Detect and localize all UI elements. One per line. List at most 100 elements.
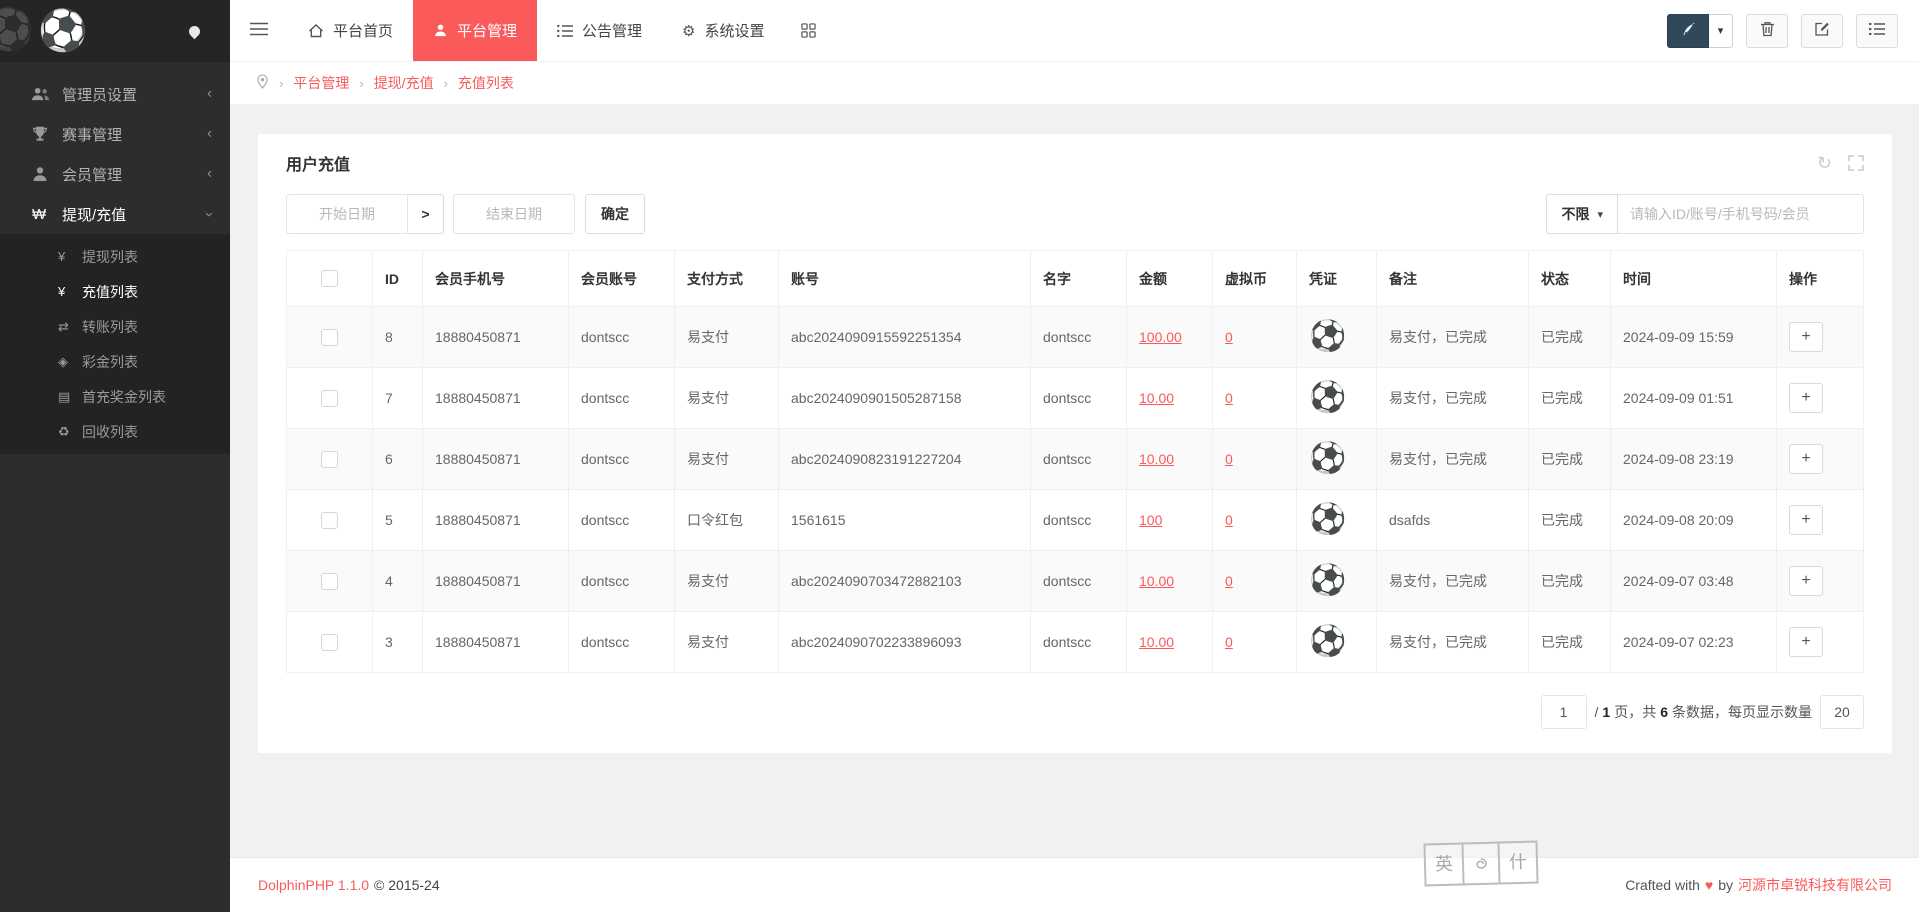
expand-row-button[interactable]: + [1789,322,1823,352]
submenu-item-label: 转账列表 [82,317,138,337]
virtual-coin-link[interactable]: 0 [1225,390,1233,406]
action-cell: + [1777,429,1864,490]
tab-announcement-management[interactable]: 公告管理 [537,0,662,61]
refresh-icon[interactable]: ↻ [1817,154,1832,172]
amount-link[interactable]: 10.00 [1139,573,1174,589]
voucher-image[interactable]: ⚽ [1309,503,1346,536]
pagination-total-items: 6 [1660,704,1668,720]
tab-label: 公告管理 [582,20,642,41]
sidebar-item-member-management[interactable]: 会员管理 › [0,154,230,194]
sidebar-item-match-management[interactable]: 赛事管理 › [0,114,230,154]
page-number-input[interactable] [1541,695,1587,729]
date-range-arrow-button[interactable]: > [408,194,444,234]
voucher-image[interactable]: ⚽ [1309,381,1346,414]
expand-row-button[interactable]: + [1789,444,1823,474]
amount-link[interactable]: 10.00 [1139,634,1174,650]
col-virtual-coin: 虚拟币 [1213,251,1297,307]
sidebar-item-admin-settings[interactable]: 管理员设置 › [0,74,230,114]
users-icon [32,86,62,102]
theme-button[interactable] [1667,14,1709,48]
page-size-input[interactable] [1820,695,1864,729]
breadcrumb-link-platform[interactable]: 平台管理 [293,73,349,93]
expand-row-button[interactable]: + [1789,383,1823,413]
voucher-image[interactable]: ⚽ [1309,320,1346,353]
expand-row-button[interactable]: + [1789,505,1823,535]
sidebar-item-withdraw-list[interactable]: ¥ 提现列表 [0,239,230,274]
voucher-image[interactable]: ⚽ [1309,625,1346,658]
pagination-pages-label: 页，共 [1614,702,1656,722]
start-date-input[interactable] [286,194,408,234]
row-checkbox[interactable] [321,451,338,468]
pay-method-cell: 口令红包 [675,490,779,551]
remark-cell: 易支付，已完成 [1377,551,1529,612]
virtual-coin-link[interactable]: 0 [1225,512,1233,528]
voucher-image[interactable]: ⚽ [1309,564,1346,597]
confirm-button[interactable]: 确定 [585,194,645,234]
col-id: ID [373,251,423,307]
modules-grid-button[interactable] [785,0,832,61]
col-voucher: 凭证 [1297,251,1377,307]
logo-area[interactable]: ⚽ ⚽ [0,0,230,62]
sidebar-toggle-button[interactable] [230,0,288,61]
col-remark: 备注 [1377,251,1529,307]
col-phone: 会员手机号 [423,251,569,307]
row-checkbox[interactable] [321,390,338,407]
sidebar-item-withdraw-recharge[interactable]: ₩ 提现/充值 › [0,194,230,234]
amount-link[interactable]: 100.00 [1139,329,1182,345]
tab-platform-home[interactable]: 平台首页 [288,0,413,61]
breadcrumb-separator: › [444,76,448,91]
row-checkbox[interactable] [321,512,338,529]
row-checkbox[interactable] [321,329,338,346]
virtual-coin-link[interactable]: 0 [1225,573,1233,589]
sidebar-item-label: 赛事管理 [62,124,122,145]
row-checkbox[interactable] [321,573,338,590]
footer-brand-link[interactable]: DolphinPHP 1.1.0 [258,877,369,893]
clear-cache-button[interactable] [1746,14,1788,48]
end-date-input[interactable] [453,194,575,234]
tab-system-settings[interactable]: ⚙ 系统设置 [662,0,784,61]
voucher-cell: ⚽ [1297,490,1377,551]
expand-row-button[interactable]: + [1789,627,1823,657]
sidebar-item-bonus-list[interactable]: ◈ 彩金列表 [0,344,230,379]
seal-left-character: 英 [1426,845,1463,885]
theme-split-button: ▾ [1667,14,1733,48]
virtual-coin-link[interactable]: 0 [1225,329,1233,345]
voucher-image[interactable]: ⚽ [1309,442,1346,475]
amount-link[interactable]: 10.00 [1139,451,1174,467]
hamburger-icon [250,22,268,39]
amount-link[interactable]: 10.00 [1139,390,1174,406]
log-list-button[interactable] [1856,14,1898,48]
theme-dropdown-button[interactable]: ▾ [1709,14,1733,48]
virtual-coin-link[interactable]: 0 [1225,634,1233,650]
seal-swirl-glyph [1461,844,1500,884]
expand-row-button[interactable]: + [1789,566,1823,596]
breadcrumb-link-withdraw-recharge[interactable]: 提现/充值 [374,73,434,93]
row-checkbox[interactable] [321,634,338,651]
id-cell: 7 [373,368,423,429]
sidebar-item-recycle-list[interactable]: ♻ 回收列表 [0,414,230,449]
sidebar-item-first-recharge-bonus-list[interactable]: ▤ 首充奖金列表 [0,379,230,414]
topbar-actions: ▾ [1667,0,1919,61]
sidebar-item-recharge-list[interactable]: ¥ 充值列表 [0,274,230,309]
select-all-checkbox[interactable] [321,270,338,287]
table-row: 418880450871dontscc易支付abc202409070347288… [287,551,1864,612]
filter-dropdown-button[interactable]: 不限 ▾ [1546,194,1618,234]
virtual-coin-link[interactable]: 0 [1225,451,1233,467]
sidebar-item-transfer-list[interactable]: ⇄ 转账列表 [0,309,230,344]
panel-tools: ↻ [1817,154,1864,172]
fullscreen-icon[interactable] [1848,155,1864,171]
search-input[interactable] [1618,194,1864,234]
company-link[interactable]: 河源市卓锐科技有限公司 [1738,875,1892,895]
virtual-coin-cell: 0 [1213,368,1297,429]
user-icon [32,166,62,182]
name-cell: dontscc [1031,551,1127,612]
breadcrumb-current: 充值列表 [458,73,514,93]
order-no-cell: 1561615 [779,490,1031,551]
top-navbar: 平台首页 平台管理 公告管理 ⚙ 系统设置 [230,0,1919,62]
table-row: 818880450871dontscc易支付abc202409091559225… [287,307,1864,368]
app-root: ⚽ ⚽ 管理员设置 › 赛事管理 › [0,0,1919,912]
amount-link[interactable]: 100 [1139,512,1162,528]
edit-page-button[interactable] [1801,14,1843,48]
tab-platform-management[interactable]: 平台管理 [413,0,537,61]
status-cell: 已完成 [1529,368,1611,429]
